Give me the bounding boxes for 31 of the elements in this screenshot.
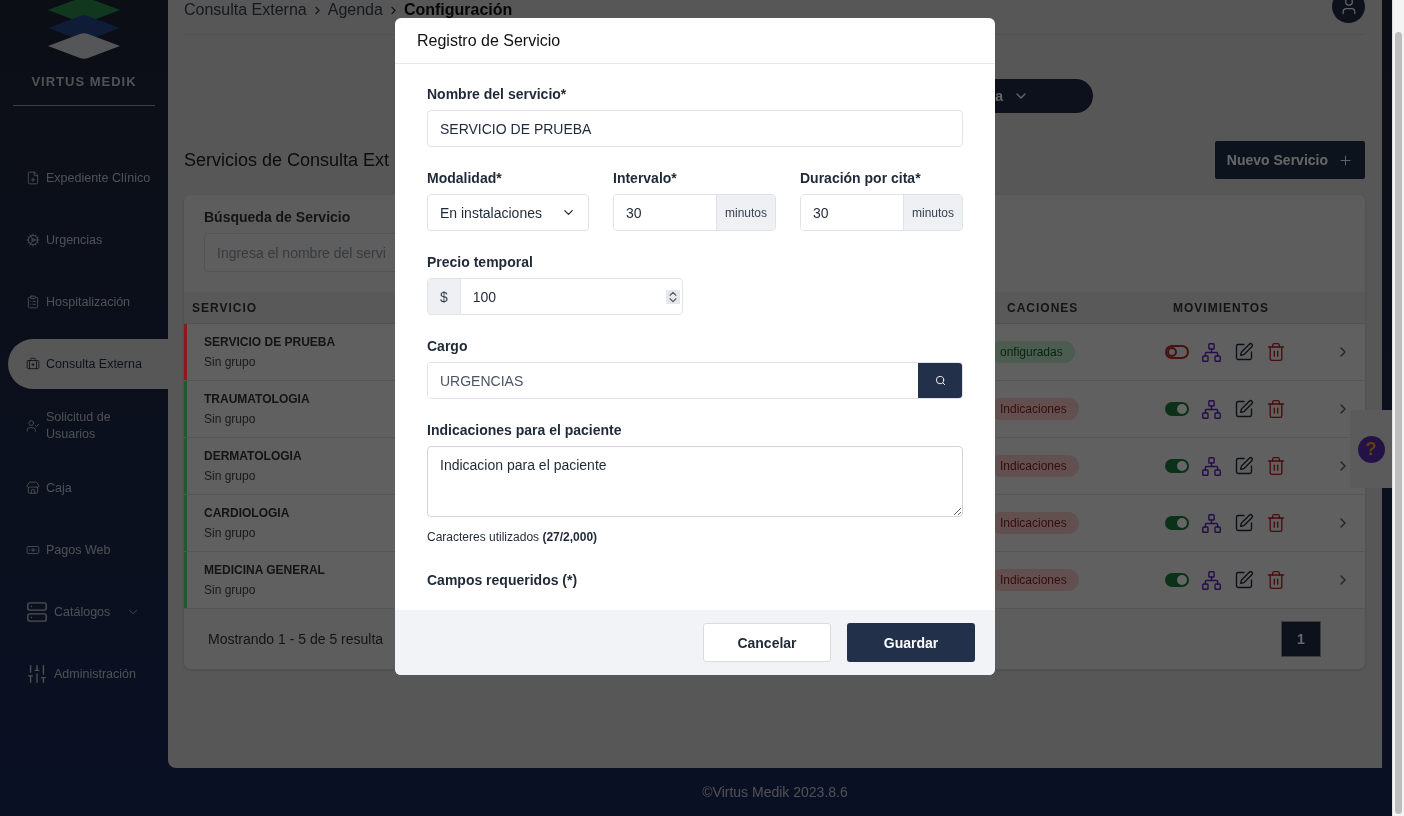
results-summary: Mostrando 1 - 5 de 5 resulta [208, 631, 384, 647]
service-group: Sin grupo [204, 526, 256, 540]
field-label: Duración por cita* [800, 170, 922, 186]
dialog-title: Registro de Servicio [417, 31, 561, 50]
column-header: SERVICIO [192, 300, 258, 315]
service-group: Sin grupo [204, 412, 256, 426]
character-count: Caracteres utilizados (27/2,000) [427, 530, 599, 544]
copyright-text: ©Virtus Medik 2023.8.6 [702, 784, 848, 800]
field-label: Nombre del servicio* [427, 86, 568, 102]
currency-label: $ [428, 279, 461, 314]
column-header: CACIONES [1007, 300, 1079, 315]
service-group: Sin grupo [204, 583, 256, 597]
service-group: Sin grupo [204, 355, 256, 369]
field-label: Modalidad* [427, 170, 503, 186]
service-name: TRAUMATOLOGIA [204, 392, 310, 406]
unit-label: minutos [902, 195, 962, 230]
service-name: CARDIOLOGIA [204, 506, 290, 520]
service-name: MEDICINA GENERAL [204, 563, 325, 577]
brand-name: VIRTUS MEDIK [31, 74, 137, 89]
field-label: Indicaciones para el paciente [427, 422, 623, 438]
column-header: MOVIMIENTOS [1173, 300, 1270, 315]
search-label: Búsqueda de Servicio [204, 209, 351, 225]
service-group: Sin grupo [204, 469, 256, 483]
field-label: Cargo [427, 338, 469, 354]
required-note: Campos requeridos (*) [427, 572, 579, 588]
field-label: Intervalo* [613, 170, 678, 186]
unit-label: minutos [715, 195, 775, 230]
section-title: Servicios de Consulta Ext [184, 149, 390, 171]
field-label: Precio temporal [427, 254, 534, 270]
service-name: DERMATOLOGIA [204, 449, 302, 463]
service-name: SERVICIO DE PRUEBA [204, 335, 336, 349]
